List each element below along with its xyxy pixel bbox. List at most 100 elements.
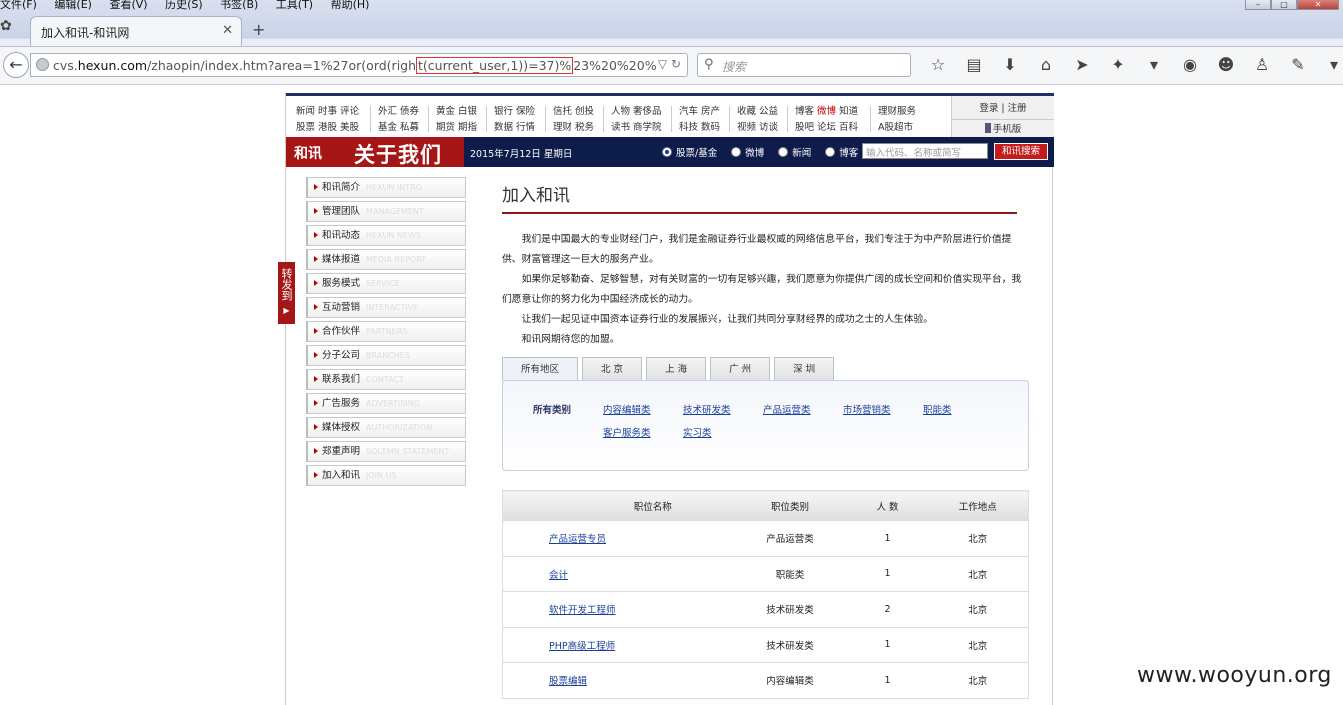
menu-item-statement[interactable]: 郑重声明 SOLEMN STATEMENT <box>306 441 466 462</box>
nav-line[interactable]: 基金 私募 <box>378 120 419 136</box>
category-link[interactable]: 市场营销类 <box>843 402 891 416</box>
register-link[interactable]: 注册 <box>1008 103 1027 114</box>
share-tab[interactable]: 转发到 ▶ <box>278 262 295 324</box>
nav-group-people[interactable]: 人物 奢侈品 读书 商学院 <box>611 104 662 136</box>
nav-line[interactable]: 股吧 论坛 百科 <box>795 120 858 136</box>
nav-group-forex[interactable]: 外汇 债券 基金 私募 <box>378 104 419 136</box>
category-link[interactable]: 客户服务类 <box>603 425 651 439</box>
radio-weibo[interactable]: 微博 <box>731 145 764 159</box>
download-icon[interactable]: ⬇ <box>992 55 1028 74</box>
menu-bookmarks[interactable]: 书签(B) <box>220 0 258 11</box>
nav-zhidao-link[interactable]: 知道 <box>836 106 858 117</box>
tab-shenzhen[interactable]: 深 圳 <box>774 357 835 381</box>
search-box[interactable]: ⚲ 搜索 <box>697 53 911 77</box>
nav-line[interactable]: 股票 港股 美股 <box>296 120 359 136</box>
nav-line[interactable]: 期货 期指 <box>436 120 477 136</box>
job-link[interactable]: 股票编辑 <box>549 676 587 687</box>
nav-line[interactable]: 汽车 房产 <box>679 104 720 120</box>
menu-view[interactable]: 查看(V) <box>109 0 147 11</box>
menu-item-media[interactable]: 媒体报道 MEDIA REPORT <box>306 249 466 270</box>
back-button[interactable]: ← <box>3 52 29 78</box>
category-link[interactable]: 产品运营类 <box>763 402 811 416</box>
minimize-button[interactable]: – <box>1245 0 1271 10</box>
satellite-icon[interactable]: ✦ <box>1100 55 1136 74</box>
addon-icon[interactable]: ◉ <box>1172 55 1208 74</box>
radio-news[interactable]: 新闻 <box>778 145 811 159</box>
close-window-button[interactable]: ✕ <box>1297 0 1339 10</box>
bookmark-star-icon[interactable]: ☆ <box>920 55 956 74</box>
maximize-button[interactable]: □ <box>1271 0 1297 10</box>
category-link[interactable]: 内容编辑类 <box>603 402 651 416</box>
reload-icon[interactable]: ↻ <box>671 57 681 71</box>
nav-line[interactable]: 信托 创投 <box>553 104 594 120</box>
job-link[interactable]: PHP高级工程师 <box>549 641 615 652</box>
nav-line[interactable]: A股超市 <box>878 120 916 136</box>
new-tab-icon[interactable]: + <box>252 20 265 39</box>
menu-item-marketing[interactable]: 互动营销 INTERACTIVE <box>306 297 466 318</box>
nav-group-news[interactable]: 新闻 时事 评论 股票 港股 美股 <box>296 104 359 136</box>
category-link[interactable]: 技术研发类 <box>683 402 731 416</box>
nav-group-gold[interactable]: 黄金 白银 期货 期指 <box>436 104 477 136</box>
menu-item-intro[interactable]: 和讯简介 HEXUN INTRO <box>306 177 466 198</box>
site-search-button[interactable]: 和讯搜索 <box>994 143 1048 160</box>
nav-group-collect[interactable]: 收藏 公益 视频 访谈 <box>737 104 778 136</box>
nav-line[interactable]: 银行 保险 <box>494 104 535 120</box>
browser-tab[interactable]: 加入和讯-和讯网 ✕ <box>30 16 242 46</box>
nav-line[interactable]: 新闻 时事 评论 <box>296 104 359 120</box>
login-link[interactable]: 登录 <box>979 103 998 114</box>
menu-item-ads[interactable]: 广告服务 ADVERTISING <box>306 393 466 414</box>
site-search-input[interactable]: 输入代码、名称或简写 <box>862 143 988 159</box>
nav-line[interactable]: 数据 行情 <box>494 120 535 136</box>
radio-stock[interactable]: 股票/基金 <box>662 145 717 159</box>
menu-history[interactable]: 历史(S) <box>165 0 203 11</box>
nav-line[interactable]: 收藏 公益 <box>737 104 778 120</box>
category-link[interactable]: 实习类 <box>683 425 712 439</box>
overflow-icon[interactable]: ▾ <box>1316 55 1343 74</box>
tab-all-regions[interactable]: 所有地区 <box>502 357 579 381</box>
url-bar[interactable]: cvs.hexun.com/zhaopin/index.htm?area=1%2… <box>30 53 688 77</box>
nav-group-blog[interactable]: 博客 微博 知道股吧 论坛 百科 <box>795 104 858 136</box>
nav-line[interactable]: 博客 <box>795 106 817 117</box>
menu-file[interactable]: 文件(F) <box>0 0 37 11</box>
menu-item-news[interactable]: 和讯动态 HEXUN NEWS <box>306 225 466 246</box>
mobile-link[interactable]: 手机版 <box>993 124 1022 135</box>
menu-item-service[interactable]: 服务模式 SERVICE <box>306 273 466 294</box>
chat-icon[interactable]: ☻ <box>1208 55 1244 74</box>
app-menu-icon[interactable]: ✿ <box>0 18 16 40</box>
dropdown-icon[interactable]: ▽ <box>658 57 667 71</box>
job-link[interactable]: 软件开发工程师 <box>549 605 616 616</box>
menu-edit[interactable]: 编辑(E) <box>54 0 92 11</box>
nav-group-trust[interactable]: 信托 创投 理财 税务 <box>553 104 594 136</box>
nav-line[interactable]: 读书 商学院 <box>611 120 662 136</box>
menu-item-authorization[interactable]: 媒体授权 AUTHORIZATION <box>306 417 466 438</box>
nav-line[interactable]: 黄金 白银 <box>436 104 477 120</box>
nav-group-finance[interactable]: 理财服务 A股超市 <box>878 104 916 136</box>
menu-item-branches[interactable]: 分子公司 BRANCHES <box>306 345 466 366</box>
send-icon[interactable]: ➤ <box>1064 55 1100 74</box>
tab-shanghai[interactable]: 上 海 <box>646 357 707 381</box>
menu-tools[interactable]: 工具(T) <box>276 0 313 11</box>
extension-icon[interactable]: ✎ <box>1280 55 1316 74</box>
tab-guangzhou[interactable]: 广 州 <box>710 357 771 381</box>
tab-close-icon[interactable]: ✕ <box>222 23 233 38</box>
menu-item-management[interactable]: 管理团队 MANAGEMENT <box>306 201 466 222</box>
nav-weibo-link[interactable]: 微博 <box>817 106 836 117</box>
menu-item-contact[interactable]: 联系我们 CONTACT <box>306 369 466 390</box>
menu-item-partners[interactable]: 合作伙伴 PARTNERS <box>306 321 466 342</box>
nav-line[interactable]: 科技 数码 <box>679 120 720 136</box>
nav-line[interactable]: 视频 访谈 <box>737 120 778 136</box>
home-icon[interactable]: ⌂ <box>1028 55 1064 74</box>
hexun-logo[interactable]: 和讯 关于我们 <box>286 137 464 167</box>
nav-line[interactable]: 人物 奢侈品 <box>611 104 662 120</box>
chevron-down-icon[interactable]: ▾ <box>1136 55 1172 74</box>
nav-group-auto[interactable]: 汽车 房产 科技 数码 <box>679 104 720 136</box>
tab-beijing[interactable]: 北 京 <box>582 357 643 381</box>
nav-line[interactable]: 理财 税务 <box>553 120 594 136</box>
user-icon[interactable]: ♙ <box>1244 55 1280 74</box>
nav-line[interactable]: 外汇 债券 <box>378 104 419 120</box>
radio-blog[interactable]: 博客 <box>825 145 858 159</box>
reading-list-icon[interactable]: ▤ <box>956 55 992 74</box>
nav-line[interactable]: 理财服务 <box>878 104 916 120</box>
category-link[interactable]: 职能类 <box>923 402 952 416</box>
job-link[interactable]: 产品运营专员 <box>549 534 606 545</box>
